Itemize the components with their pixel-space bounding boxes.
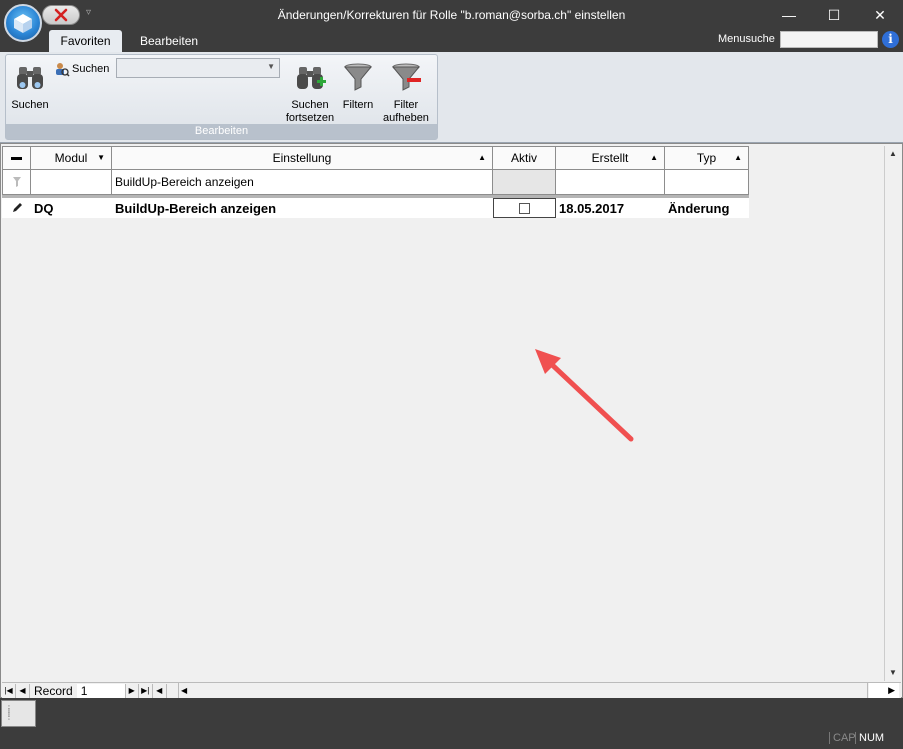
close-button[interactable]: ✕ [857, 0, 903, 30]
filtern-button[interactable]: Filtern [340, 61, 376, 112]
scroll-right-area[interactable]: ▶ [869, 683, 899, 698]
next-record-icon[interactable]: ▶ [124, 683, 139, 698]
record-label: Record [34, 683, 73, 698]
suchen-combobox[interactable]: ▼ [116, 58, 280, 78]
select-all-header[interactable] [2, 146, 31, 170]
menusuche-label: Menusuche [718, 33, 775, 45]
small-suchen-label: Suchen [72, 63, 110, 75]
previous-record-icon[interactable]: ◀ [16, 683, 30, 698]
ribbon: Suchen Suchen ▼ Suchen fortsetzen Filter… [0, 52, 903, 143]
quick-access-close-button[interactable] [42, 5, 80, 25]
tab-favoriten[interactable]: Favoriten [49, 30, 122, 52]
bottom-panel: ⋮ ⋮ ⋮ [0, 698, 903, 728]
record-number-input[interactable]: 1 [76, 683, 125, 698]
record-navigation-bar: |◀ ◀ Record 1 ▶ ▶| ◀ ◀ ▶ [2, 682, 901, 698]
cell-aktiv[interactable] [493, 198, 556, 218]
ribbon-group-bearbeiten: Suchen Suchen ▼ Suchen fortsetzen Filter… [5, 54, 438, 140]
suchen-fortsetzen-button[interactable]: Suchen fortsetzen [282, 61, 338, 125]
column-label-erstellt: Erstellt [591, 151, 629, 165]
maximize-button[interactable]: ☐ [811, 0, 857, 30]
status-bar: CAP NUM [0, 728, 903, 749]
filter-row: BuildUp-Bereich anzeigen [2, 170, 749, 195]
filter-typ[interactable] [665, 170, 749, 195]
scroll-up-icon[interactable]: ▲ [885, 146, 901, 162]
data-grid: Modul Einstellung Aktiv Erstellt Typ Bui… [0, 143, 903, 698]
quick-access-dropdown-icon[interactable]: ▿ [86, 7, 91, 18]
grid-header-row: Modul Einstellung Aktiv Erstellt Typ [2, 146, 749, 170]
red-x-icon [54, 8, 68, 22]
side-panel-handle[interactable]: ⋮ ⋮ ⋮ [1, 700, 36, 727]
binoculars-icon [17, 67, 43, 89]
scroll-down-icon[interactable]: ▼ [885, 665, 901, 681]
minus-icon [11, 156, 22, 160]
suchen-button[interactable]: Suchen [10, 61, 50, 112]
column-header-typ[interactable]: Typ [665, 146, 749, 170]
menusuche-input[interactable] [780, 31, 878, 48]
aktiv-checkbox[interactable] [519, 202, 530, 214]
column-label-modul: Modul [54, 151, 88, 165]
pencil-icon [12, 203, 22, 212]
annotation-arrow-icon [535, 349, 634, 442]
cube-icon [14, 14, 32, 33]
cell-einstellung[interactable]: BuildUp-Bereich anzeigen [112, 198, 493, 218]
funnel-icon [343, 63, 373, 91]
column-header-modul[interactable]: Modul [31, 146, 112, 170]
cell-modul[interactable]: DQ [31, 198, 112, 218]
filtern-label: Filtern [342, 99, 374, 111]
first-record-icon[interactable]: |◀ [2, 683, 16, 698]
binoculars-plus-icon [297, 67, 326, 89]
status-cap: CAP [829, 732, 856, 744]
status-num: NUM [855, 732, 884, 744]
column-label-typ: Typ [696, 151, 717, 165]
filter-row-indicator [2, 170, 31, 195]
funnel-remove-icon [391, 63, 421, 91]
info-icon[interactable]: i [882, 31, 899, 48]
suchen-fortsetzen-label-1: Suchen [291, 99, 329, 111]
chevron-down-icon: ▼ [267, 62, 275, 71]
last-record-icon[interactable]: ▶| [139, 683, 153, 698]
filter-aufheben-label-1: Filter [393, 99, 419, 111]
column-label-aktiv: Aktiv [510, 151, 537, 165]
filter-aufheben-button[interactable]: Filter aufheben [378, 61, 434, 125]
column-label-einstellung: Einstellung [272, 151, 332, 165]
table-row[interactable]: DQ BuildUp-Bereich anzeigen 18.05.2017 Ä… [2, 198, 749, 218]
app-menu-button[interactable] [4, 4, 42, 42]
ribbon-tab-row: Favoriten Bearbeiten Menusuche i [0, 30, 903, 52]
user-search-icon [56, 63, 70, 77]
tab-bearbeiten[interactable]: Bearbeiten [128, 30, 210, 52]
cell-typ[interactable]: Änderung [665, 198, 749, 218]
minimize-button[interactable]: — [766, 0, 812, 30]
column-header-einstellung[interactable]: Einstellung [112, 146, 493, 170]
filter-erstellt[interactable] [556, 170, 665, 195]
horizontal-scrollbar[interactable]: ◀ [178, 683, 868, 698]
cell-erstellt[interactable]: 18.05.2017 [556, 198, 665, 218]
filter-einstellung[interactable]: BuildUp-Bereich anzeigen [112, 170, 493, 195]
column-header-aktiv[interactable]: Aktiv [493, 146, 556, 170]
ribbon-group-caption: Bearbeiten [6, 124, 437, 139]
row-edit-indicator[interactable] [2, 198, 31, 218]
column-header-erstellt[interactable]: Erstellt [556, 146, 665, 170]
funnel-small-icon [12, 177, 21, 187]
scroll-right-icon[interactable]: ▶ [888, 683, 895, 698]
scroll-left-icon[interactable]: ◀ [181, 683, 187, 698]
vertical-scrollbar[interactable]: ▲ ▼ [884, 146, 901, 681]
title-bar: ▿ Änderungen/Korrekturen für Rolle "b.ro… [0, 0, 903, 42]
filter-aktiv[interactable] [493, 170, 556, 195]
grip-icon: ⋮ ⋮ ⋮ [5, 704, 13, 721]
sort-up-icon [478, 147, 492, 169]
small-suchen-button[interactable]: Suchen [54, 61, 109, 77]
filter-modul[interactable] [31, 170, 112, 195]
scroll-left-small-icon[interactable]: ◀ [153, 683, 167, 698]
suchen-label: Suchen [11, 99, 49, 111]
